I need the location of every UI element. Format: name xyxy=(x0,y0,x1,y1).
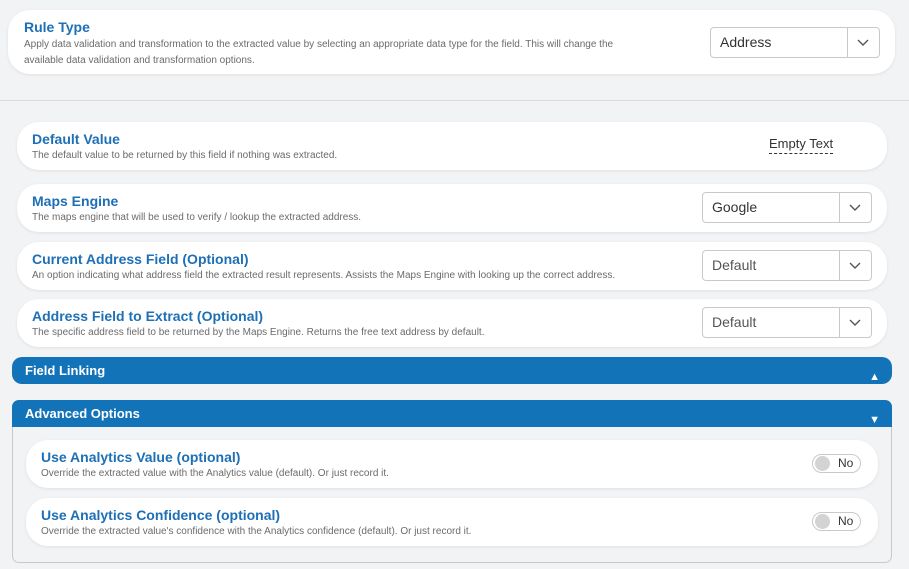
current-address-field-selected-value: Default xyxy=(712,257,757,273)
select-separator xyxy=(839,193,840,222)
use-analytics-confidence-title: Use Analytics Confidence (optional) xyxy=(41,507,281,523)
default-value-card: Default Value The default value to be re… xyxy=(17,122,887,170)
field-linking-label: Field Linking xyxy=(25,363,106,378)
select-separator xyxy=(847,28,848,57)
rule-type-selected-value: Address xyxy=(720,34,772,50)
current-address-field-card: Current Address Field (Optional) An opti… xyxy=(17,242,887,290)
rule-type-title: Rule Type xyxy=(24,19,90,35)
toggle-label: No xyxy=(838,456,854,470)
triangle-up-icon: ▲ xyxy=(869,371,880,383)
select-separator xyxy=(839,251,840,280)
chevron-down-icon xyxy=(849,204,861,211)
toggle-knob xyxy=(815,456,830,471)
current-address-field-title: Current Address Field (Optional) xyxy=(32,251,249,267)
chevron-down-icon xyxy=(849,319,861,326)
use-analytics-confidence-description: Override the extracted value's confidenc… xyxy=(41,526,472,537)
use-analytics-confidence-toggle[interactable]: No xyxy=(812,512,861,531)
section-divider xyxy=(0,100,909,101)
current-address-field-select[interactable]: Default xyxy=(702,250,872,281)
select-separator xyxy=(839,308,840,337)
use-analytics-confidence-card: Use Analytics Confidence (optional) Over… xyxy=(26,498,878,546)
use-analytics-value-toggle[interactable]: No xyxy=(812,454,861,473)
advanced-options-panel: Advanced Options ▼ Use Analytics Value (… xyxy=(12,400,892,563)
address-field-to-extract-description: The specific address field to be returne… xyxy=(32,327,485,338)
maps-engine-title: Maps Engine xyxy=(32,193,119,209)
maps-engine-select[interactable]: Google xyxy=(702,192,872,223)
field-linking-header[interactable]: Field Linking ▲ xyxy=(12,357,892,384)
rule-type-select[interactable]: Address xyxy=(710,27,880,58)
use-analytics-value-card: Use Analytics Value (optional) Override … xyxy=(26,440,878,488)
default-value-title: Default Value xyxy=(32,131,120,147)
current-address-field-description: An option indicating what address field … xyxy=(32,270,616,281)
default-value-description: The default value to be returned by this… xyxy=(32,150,338,161)
address-field-to-extract-selected-value: Default xyxy=(712,314,757,330)
maps-engine-card: Maps Engine The maps engine that will be… xyxy=(17,184,887,232)
advanced-options-label: Advanced Options xyxy=(25,406,140,421)
toggle-label: No xyxy=(838,514,854,528)
rule-type-description: Apply data validation and transformation… xyxy=(24,39,614,66)
address-field-to-extract-select[interactable]: Default xyxy=(702,307,872,338)
maps-engine-description: The maps engine that will be used to ver… xyxy=(32,212,362,223)
chevron-down-icon xyxy=(857,39,869,46)
address-field-to-extract-card: Address Field to Extract (Optional) The … xyxy=(17,299,887,347)
default-value-editable[interactable]: Empty Text xyxy=(769,136,834,154)
use-analytics-value-title: Use Analytics Value (optional) xyxy=(41,449,241,465)
rule-type-card: Rule Type Apply data validation and tran… xyxy=(8,10,895,74)
toggle-knob xyxy=(815,514,830,529)
chevron-down-icon xyxy=(849,262,861,269)
use-analytics-value-description: Override the extracted value with the An… xyxy=(41,468,389,479)
advanced-options-header[interactable]: Advanced Options ▼ xyxy=(12,400,892,427)
maps-engine-selected-value: Google xyxy=(712,199,758,215)
address-field-to-extract-title: Address Field to Extract (Optional) xyxy=(32,308,264,324)
triangle-down-icon: ▼ xyxy=(869,414,880,426)
